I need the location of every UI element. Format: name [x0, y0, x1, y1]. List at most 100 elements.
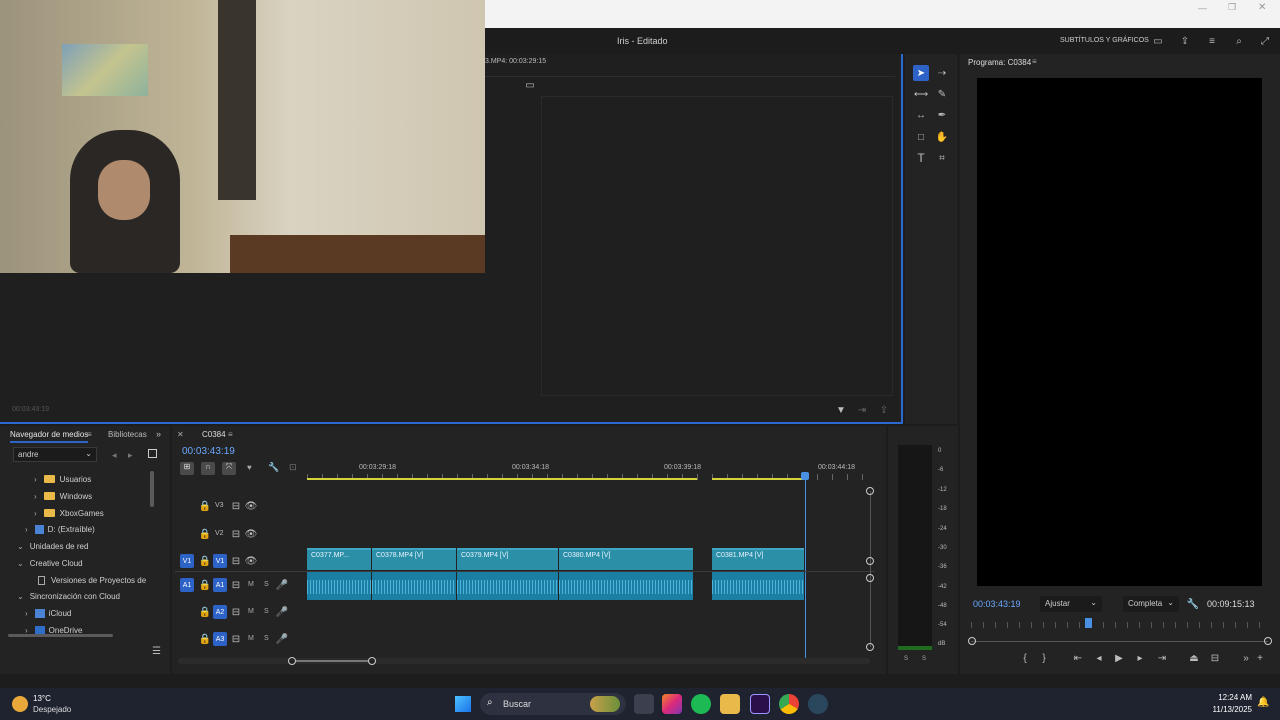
steam-icon[interactable] — [808, 694, 828, 714]
track-select-icon[interactable]: ⇢ — [935, 66, 949, 80]
timeline-zoom-track[interactable] — [178, 658, 870, 664]
video-clip[interactable]: C0381.MP4 [V] — [712, 548, 804, 570]
taskbar-search[interactable]: ⌕ Buscar — [480, 693, 626, 715]
tree-item-cloud-sync[interactable]: ⌄ Sincronización con Cloud — [17, 588, 120, 604]
program-playhead[interactable] — [1085, 618, 1092, 628]
media-tab-menu-icon[interactable]: ≡ — [87, 430, 92, 439]
step-icon[interactable]: ⇥ — [855, 403, 869, 417]
file-explorer-icon[interactable] — [720, 694, 740, 714]
extract-icon[interactable]: ⊟ — [1208, 651, 1222, 665]
ripple-edit-icon[interactable]: ⟷ — [914, 87, 928, 101]
linked-selection-button[interactable]: ⤧ — [222, 462, 236, 475]
video-clip[interactable]: C0378.MP4 [V] — [372, 548, 456, 570]
tree-item-project-versions[interactable]: Versiones de Proyectos de — [38, 572, 146, 588]
microphone-icon[interactable]: 🎤 — [275, 578, 289, 592]
track-name[interactable]: A1 — [213, 578, 227, 592]
task-view-icon[interactable] — [634, 694, 654, 714]
eye-icon[interactable]: 👁 — [244, 527, 258, 541]
sync-lock-icon[interactable]: ⊟ — [229, 605, 243, 619]
share-icon[interactable]: ⇪ — [1178, 34, 1192, 48]
mark-out-icon[interactable]: } — [1037, 651, 1051, 665]
eye-icon[interactable]: 👁 — [244, 499, 258, 513]
lock-icon[interactable]: 🔒 — [198, 554, 212, 568]
magnet-button[interactable]: ∩ — [201, 462, 215, 475]
marker-icon[interactable]: ♥ — [247, 463, 252, 472]
fit-dropdown[interactable]: Ajustar ⌄ — [1040, 596, 1102, 612]
weather-icon[interactable] — [12, 696, 28, 712]
time-ruler[interactable]: 00:03:29:18 00:03:34:18 00:03:39:18 00:0… — [307, 462, 867, 482]
sync-lock-icon[interactable]: ⊟ — [229, 632, 243, 646]
audio-clip[interactable] — [307, 572, 371, 600]
lock-icon[interactable]: 🔒 — [198, 632, 212, 646]
close-icon[interactable]: ✕ — [1258, 2, 1266, 13]
clock-date[interactable]: 11/13/2025 — [1206, 705, 1252, 714]
tree-item-xboxgames[interactable]: › XboxGames — [34, 505, 104, 521]
program-title[interactable]: Programa: C0384 — [968, 58, 1031, 67]
workspace-label[interactable]: SUBTÍTULOS Y GRÁFICOS — [1060, 37, 1149, 44]
vscroll-handle[interactable] — [866, 643, 874, 651]
rectangle-icon[interactable]: □ — [914, 130, 928, 144]
step-back-icon[interactable]: ◂ — [1092, 651, 1106, 665]
track-name[interactable]: A2 — [213, 605, 227, 619]
more-panels-icon[interactable]: » — [156, 429, 161, 439]
vscroll-handle[interactable] — [866, 487, 874, 495]
go-to-out-icon[interactable]: ⇥ — [1155, 651, 1169, 665]
back-icon[interactable]: ◂ — [112, 450, 117, 461]
sequence-tab[interactable]: C0384 — [202, 430, 226, 439]
panel-toggle-icon[interactable]: ▭ — [523, 78, 537, 92]
filter-icon[interactable]: ▼ — [834, 403, 848, 417]
mark-in-icon[interactable]: { — [1018, 651, 1032, 665]
program-timecode[interactable]: 00:03:43:19 — [973, 599, 1021, 609]
notification-icon[interactable]: 🔔 — [1257, 697, 1269, 708]
panel-layout-icon[interactable]: ▭ — [1151, 34, 1165, 48]
work-area-bar[interactable] — [712, 478, 805, 480]
snap-button[interactable]: ⊞ — [180, 462, 194, 475]
video-clip[interactable]: C0379.MP4 [V] — [457, 548, 558, 570]
solo-button[interactable]: S — [264, 608, 269, 615]
zoom-handle-left[interactable] — [968, 637, 976, 645]
audio-clip[interactable] — [457, 572, 558, 600]
sync-lock-icon[interactable]: ⊟ — [229, 554, 243, 568]
meter-solo-right[interactable]: S — [922, 656, 926, 662]
search-icon[interactable]: ⌕ — [1232, 34, 1246, 48]
list-settings-icon[interactable]: ☰ — [152, 646, 161, 657]
track-name[interactable]: V1 — [213, 554, 227, 568]
timeline-timecode[interactable]: 00:03:43:19 — [182, 446, 235, 457]
hand-icon[interactable]: ✋ — [935, 130, 949, 144]
timeline-vscroll[interactable] — [870, 491, 871, 647]
program-zoom-bar[interactable] — [971, 641, 1268, 642]
zoom-handle-left[interactable] — [288, 657, 296, 665]
caption-icon[interactable]: ⌗ — [935, 151, 949, 165]
source-patch-v1[interactable]: V1 — [180, 554, 194, 568]
audio-clip[interactable] — [559, 572, 693, 600]
video-clip[interactable]: C0380.MP4 [V] — [559, 548, 693, 570]
sync-lock-icon[interactable]: ⊟ — [229, 499, 243, 513]
video-clip[interactable]: C0377.MP... — [307, 548, 371, 570]
location-dropdown[interactable]: andre ⌄ — [13, 447, 97, 462]
minimize-icon[interactable]: — — [1198, 3, 1207, 13]
tree-item-creative-cloud[interactable]: ⌄ Creative Cloud — [17, 555, 83, 571]
audio-clip[interactable] — [372, 572, 456, 600]
playhead-line[interactable] — [805, 478, 806, 658]
sync-lock-icon[interactable]: ⊟ — [229, 578, 243, 592]
solo-button[interactable]: S — [264, 581, 269, 588]
premiere-pro-icon[interactable] — [750, 694, 770, 714]
tree-scrollbar[interactable] — [150, 471, 154, 507]
vscroll-handle[interactable] — [866, 574, 874, 582]
go-to-in-icon[interactable]: ⇤ — [1071, 651, 1085, 665]
lock-icon[interactable]: 🔒 — [198, 499, 212, 513]
tree-hscrollbar[interactable] — [8, 634, 113, 637]
work-area-bar[interactable] — [307, 478, 697, 480]
zoom-handle-right[interactable] — [368, 657, 376, 665]
settings-wrench-icon[interactable]: 🔧 — [268, 462, 279, 473]
more-controls-icon[interactable]: » — [1239, 651, 1253, 665]
sync-lock-icon[interactable]: ⊟ — [229, 527, 243, 541]
close-sequence-icon[interactable]: ✕ — [177, 430, 184, 439]
tree-item-drive-d[interactable]: › D: (Extraíble) — [25, 521, 95, 537]
lock-icon[interactable]: 🔒 — [198, 578, 212, 592]
spotify-icon[interactable] — [691, 694, 711, 714]
weather-text[interactable]: Despejado — [33, 705, 71, 714]
tree-item-windows[interactable]: › Windows — [34, 488, 92, 504]
mute-button[interactable]: M — [248, 635, 254, 642]
wrench-icon[interactable]: 🔧 — [1186, 597, 1200, 611]
